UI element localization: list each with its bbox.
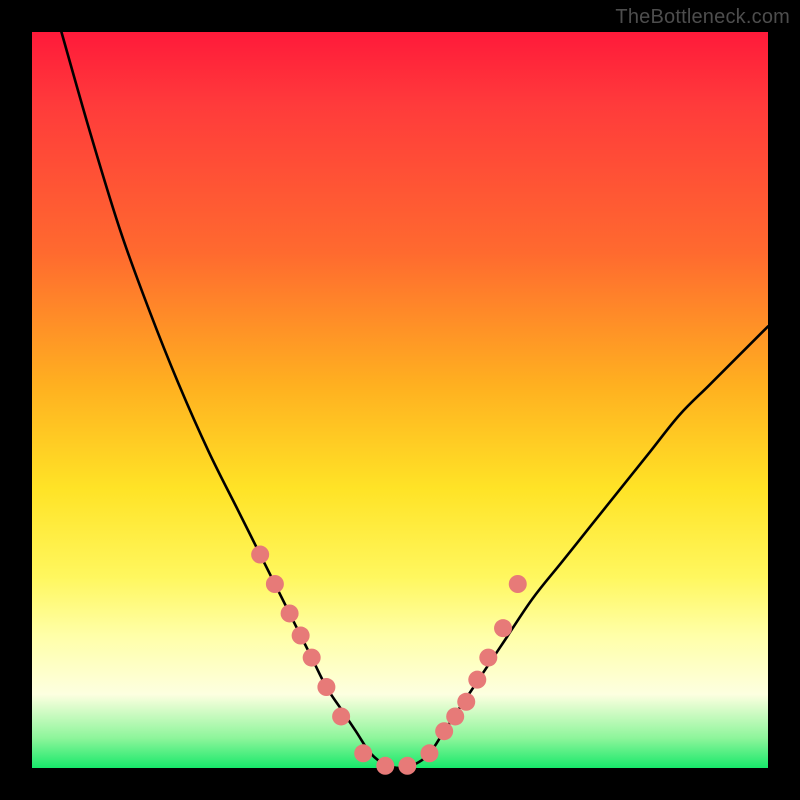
curve-marker <box>317 678 335 696</box>
outer-frame: TheBottleneck.com <box>0 0 800 800</box>
curve-marker <box>376 757 394 775</box>
curve-marker <box>281 604 299 622</box>
curve-marker <box>420 744 438 762</box>
curve-marker <box>332 707 350 725</box>
curve-marker <box>509 575 527 593</box>
curve-marker <box>494 619 512 637</box>
bottleneck-curve-path <box>61 32 768 768</box>
curve-marker <box>446 707 464 725</box>
curve-marker <box>457 693 475 711</box>
curve-marker <box>468 671 486 689</box>
marker-group <box>251 546 527 775</box>
curve-marker <box>435 722 453 740</box>
curve-marker <box>303 649 321 667</box>
curve-marker <box>266 575 284 593</box>
curve-marker <box>479 649 497 667</box>
watermark-text: TheBottleneck.com <box>615 6 790 29</box>
bottleneck-curve <box>61 32 768 768</box>
plot-area <box>32 32 768 768</box>
curve-marker <box>292 627 310 645</box>
curve-marker <box>398 757 416 775</box>
curve-svg <box>32 32 768 768</box>
curve-marker <box>251 546 269 564</box>
curve-marker <box>354 744 372 762</box>
